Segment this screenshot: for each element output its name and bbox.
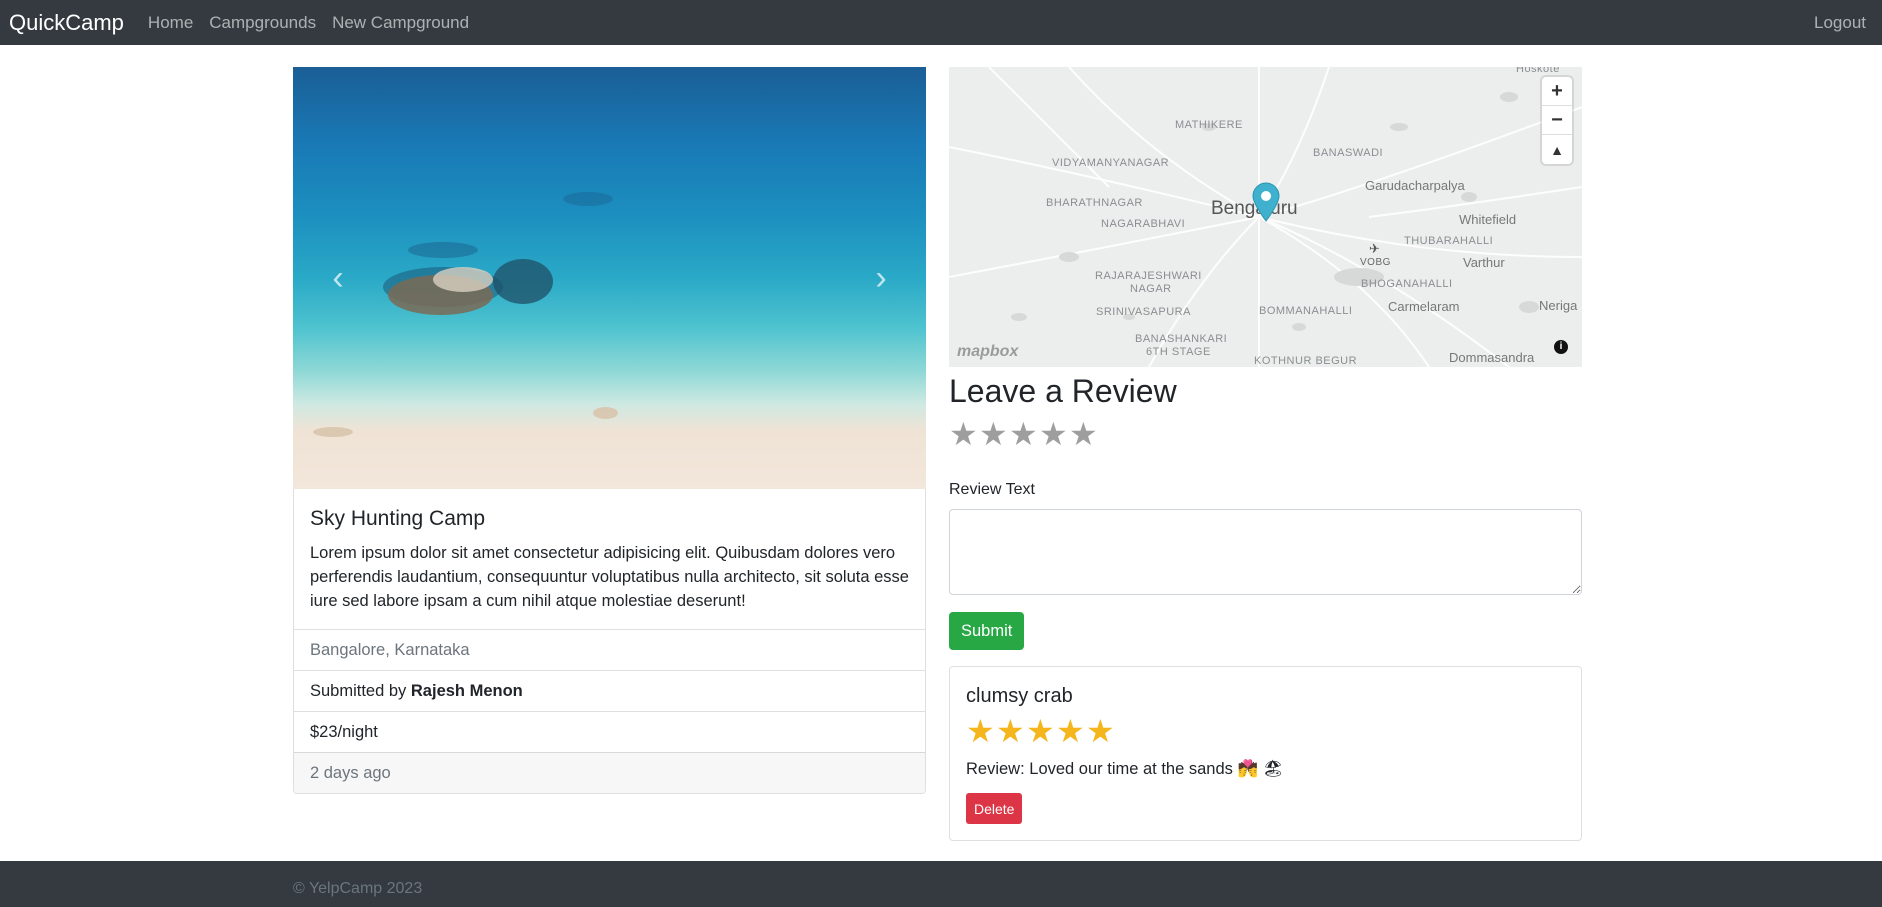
map-label-neriga: Neriga: [1539, 298, 1578, 313]
star-icon[interactable]: ★: [1069, 417, 1099, 451]
rating-input[interactable]: ★ ★ ★ ★ ★: [949, 417, 1582, 451]
mapbox-logo[interactable]: mapbox: [957, 343, 1018, 361]
footer: © YelpCamp 2023: [0, 861, 1882, 907]
nav-campgrounds-link[interactable]: Campgrounds: [209, 13, 316, 33]
submitted-prefix: Submitted by: [310, 682, 411, 700]
campground-title: Sky Hunting Camp: [310, 507, 486, 530]
map-label-garudacharpalya: Garudacharpalya: [1365, 178, 1465, 193]
logout-link[interactable]: Logout: [1814, 13, 1866, 33]
carousel-prev-button[interactable]: ‹: [293, 67, 383, 489]
map-label-banashankari: BANASHANKARI: [1135, 333, 1228, 345]
map-label-carmelaram: Carmelaram: [1388, 299, 1460, 314]
compass-button[interactable]: ▲: [1542, 135, 1572, 164]
star-icon[interactable]: ★: [949, 417, 979, 451]
map-label-vidyamanyanagar: VIDYAMANYANAGAR: [1052, 157, 1170, 169]
star-icon: ★: [1086, 713, 1115, 749]
star-icon: ★: [966, 713, 995, 749]
map-label-thubarahalli: THUBARAHALLI: [1404, 235, 1494, 247]
map-label-bommanahalli: BOMMANAHALLI: [1259, 305, 1353, 317]
campground-description: Lorem ipsum dolor sit amet consectetur a…: [310, 544, 909, 610]
map-marker-icon[interactable]: [1251, 182, 1281, 222]
card-body: Sky Hunting Camp Lorem ipsum dolor sit a…: [294, 489, 925, 629]
attribution-info-button[interactable]: i: [1554, 340, 1568, 354]
review-column: Hoskote MATHIKERE VIDYAMANYANAGAR BANASW…: [949, 67, 1582, 841]
nav-home-link[interactable]: Home: [148, 13, 193, 33]
star-icon[interactable]: ★: [1039, 417, 1069, 451]
brand-link[interactable]: QuickCamp: [9, 10, 124, 36]
map-controls: + − ▲: [1542, 77, 1572, 164]
review-card: clumsy crab ★ ★ ★ ★ ★ Review: Loved our …: [949, 666, 1582, 841]
map-label-nagar: NAGAR: [1130, 283, 1172, 295]
campground-author: Rajesh Menon: [410, 682, 523, 700]
star-icon: ★: [996, 713, 1025, 749]
star-icon: ★: [1056, 713, 1085, 749]
map-label-dommasandra: Dommasandra: [1449, 350, 1535, 365]
footer-copyright: © YelpCamp 2023: [293, 880, 423, 897]
map-label-bhoganahalli: BHOGANAHALLI: [1361, 278, 1453, 290]
map-label-nagarabhavi: NAGARABHAVI: [1101, 218, 1186, 230]
image-carousel: ‹ ›: [293, 67, 926, 489]
mapbox-logo-text: mapbox: [957, 343, 1019, 360]
campground-location: Bangalore, Karnataka: [294, 629, 925, 670]
map-label-srinivasapura: SRINIVASAPURA: [1096, 306, 1191, 318]
map-label-whitefield: Whitefield: [1459, 212, 1517, 227]
review-rating: ★ ★ ★ ★ ★: [966, 714, 1565, 748]
campground-card: Sky Hunting Camp Lorem ipsum dolor sit a…: [293, 489, 926, 794]
map[interactable]: Hoskote MATHIKERE VIDYAMANYANAGAR BANASW…: [949, 67, 1582, 367]
campground-column: ‹ › Sky Hunting Camp Lorem ipsum dolor s…: [293, 67, 926, 794]
review-author: clumsy crab: [966, 685, 1073, 707]
campground-price: $23/night: [294, 711, 925, 752]
map-label-mathikere: MATHIKERE: [1175, 119, 1243, 131]
navbar: QuickCamp Home Campgrounds New Campgroun…: [0, 0, 1882, 45]
campground-image: [293, 67, 926, 489]
delete-review-button[interactable]: Delete: [966, 793, 1023, 824]
submit-button[interactable]: Submit: [949, 612, 1025, 650]
compass-icon: ▲: [1550, 141, 1564, 158]
map-label-bharathnagar: BHARATHNAGAR: [1046, 197, 1143, 209]
zoom-out-button[interactable]: −: [1542, 106, 1572, 135]
map-label-hoskote: Hoskote: [1516, 67, 1560, 75]
map-label-kothnur: KOTHNUR BEGUR: [1254, 355, 1358, 367]
zoom-in-button[interactable]: +: [1542, 77, 1572, 106]
nav-new-campground-link[interactable]: New Campground: [332, 13, 469, 33]
carousel-next-button[interactable]: ›: [836, 67, 926, 489]
star-icon[interactable]: ★: [1009, 417, 1039, 451]
map-label-varthur: Varthur: [1463, 255, 1505, 270]
map-label-6th-stage: 6TH STAGE: [1146, 346, 1211, 358]
airport-icon: ✈: [1369, 241, 1380, 256]
chevron-left-icon: ‹: [332, 258, 344, 297]
campground-submitted-by: Submitted by Rajesh Menon: [294, 670, 925, 711]
map-label-rajarajeshwari: RAJARAJESHWARI: [1095, 270, 1202, 282]
review-text-label: Review Text: [949, 481, 1035, 498]
review-text: Review: Loved our time at the sands 💏 🏖: [966, 760, 1284, 778]
map-label-banaswadi: BANASWADI: [1313, 147, 1384, 159]
star-icon: ★: [1026, 713, 1055, 749]
campground-posted: 2 days ago: [294, 752, 925, 793]
map-label-vobg: VOBG: [1360, 257, 1391, 268]
review-heading: Leave a Review: [949, 373, 1177, 409]
review-text-input[interactable]: [949, 509, 1582, 595]
star-icon[interactable]: ★: [979, 417, 1009, 451]
chevron-right-icon: ›: [875, 258, 887, 297]
